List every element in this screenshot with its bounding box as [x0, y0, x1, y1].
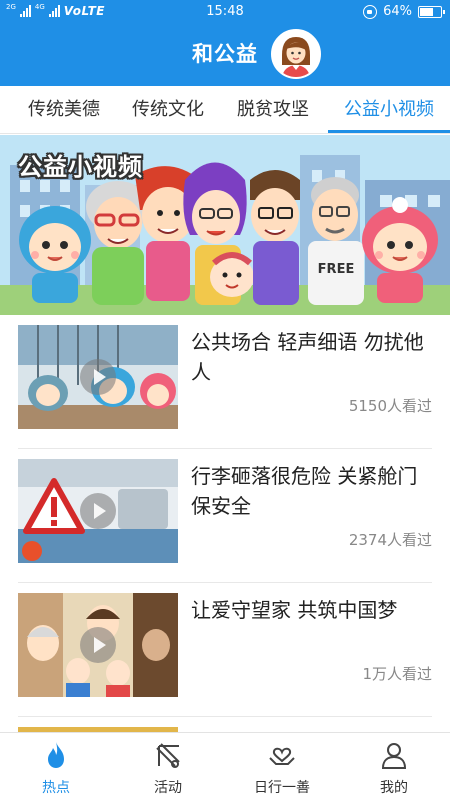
active-tab-indicator — [328, 130, 450, 133]
bottom-navigation: 热点 活动 日行一善 我的 — [0, 732, 450, 800]
video-list-item[interactable]: 行李砸落很危险 关紧舱门保安全 2374人看过 — [18, 449, 432, 583]
nav-mine[interactable]: 我的 — [338, 733, 450, 800]
nav-label: 热点 — [42, 780, 70, 796]
play-icon[interactable] — [80, 627, 116, 663]
rotation-lock-icon — [363, 4, 378, 19]
category-tabs: 传统美德 传统文化 脱贫攻坚 公益小视频 — [0, 86, 450, 134]
tab-poverty-alleviation[interactable]: 脱贫攻坚 — [220, 86, 326, 134]
flame-icon — [48, 742, 64, 768]
video-title[interactable]: 行李砸落很危险 关紧舱门保安全 — [191, 461, 432, 521]
person-icon — [381, 743, 407, 769]
tab-traditional-culture[interactable]: 传统文化 — [116, 86, 220, 134]
app-header: 2G 4G VoLTE 15:48 64% 和公益 — [0, 0, 450, 86]
play-icon[interactable] — [80, 493, 116, 529]
tab-traditional-virtues[interactable]: 传统美德 — [12, 86, 116, 134]
page-title: 和公益 — [192, 42, 258, 66]
banner-title: 公益小视频 — [18, 153, 143, 181]
nav-hot[interactable]: 热点 — [0, 733, 112, 800]
shirt-text: FREE — [318, 262, 355, 277]
video-thumbnail[interactable] — [18, 459, 178, 563]
view-count: 2374人看过 — [348, 531, 432, 549]
activity-icon — [156, 743, 180, 768]
nav-label: 日行一善 — [254, 780, 310, 796]
tab-charity-videos[interactable]: 公益小视频 — [328, 86, 450, 134]
video-list-item[interactable]: 公共场合 轻声细语 勿扰他人 5150人看过 — [18, 315, 432, 449]
heart-hands-icon — [269, 747, 295, 765]
video-thumbnail[interactable] — [18, 593, 178, 697]
nav-activity[interactable]: 活动 — [112, 733, 224, 800]
status-right: 64% — [363, 4, 445, 19]
battery-icon — [418, 5, 445, 18]
featured-banner[interactable]: FREE 公益小视频 — [0, 135, 450, 315]
battery-percent: 64% — [383, 4, 412, 19]
nav-daily-good[interactable]: 日行一善 — [226, 733, 338, 800]
play-icon[interactable] — [80, 359, 116, 395]
video-thumbnail[interactable] — [18, 325, 178, 429]
nav-label: 活动 — [154, 780, 182, 796]
user-avatar[interactable] — [271, 29, 321, 79]
status-bar: 2G 4G VoLTE 15:48 64% — [0, 0, 450, 24]
video-list-item[interactable]: 让爱守望家 共筑中国梦 1万人看过 — [18, 583, 432, 717]
avatar-icon — [273, 31, 319, 77]
view-count: 5150人看过 — [348, 397, 432, 415]
video-title[interactable]: 公共场合 轻声细语 勿扰他人 — [191, 327, 432, 387]
video-title[interactable]: 让爱守望家 共筑中国梦 — [191, 595, 432, 625]
view-count: 1万人看过 — [362, 665, 432, 683]
nav-label: 我的 — [380, 780, 408, 796]
